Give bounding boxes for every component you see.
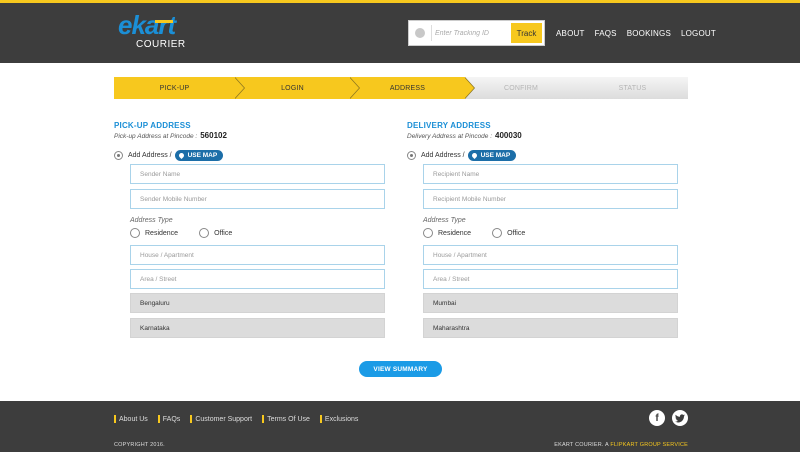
delivery-subtitle: Delivery Address at Pincode :400030	[407, 131, 687, 140]
address-type-label: Address Type	[423, 217, 466, 224]
pickup-house-input[interactable]	[130, 245, 385, 265]
pickup-pincode: 560102	[200, 131, 227, 140]
footer-tagline: EKART COURIER. A FLIPKART GROUP SERVICE	[554, 442, 688, 448]
step-label: STATUS	[618, 84, 647, 92]
map-pin-icon	[470, 151, 478, 160]
delivery-add-address-row: Add Address / USE MAP	[407, 150, 517, 161]
twitter-icon[interactable]	[672, 410, 688, 426]
delivery-use-map-button[interactable]: USE MAP	[467, 150, 517, 161]
delivery-city-field: Mumbai	[423, 293, 678, 313]
office-label: Office	[507, 229, 526, 237]
pickup-office-radio[interactable]	[199, 228, 210, 238]
delivery-house-input[interactable]	[423, 245, 678, 265]
divider	[431, 25, 432, 41]
pickup-city-field: Bengaluru	[130, 293, 385, 313]
progress-steps: PICK-UP LOGIN ADDRESS CONFIRM STATUS	[114, 77, 688, 99]
nav-logout[interactable]: LOGOUT	[681, 29, 716, 38]
view-summary-button[interactable]: VIEW SUMMARY	[359, 361, 442, 377]
step-address[interactable]: ADDRESS	[350, 77, 465, 99]
footer-link-exclusions[interactable]: Exclusions	[320, 415, 358, 423]
step-label: ADDRESS	[389, 84, 426, 92]
site-footer: About Us FAQs Customer Support Terms Of …	[0, 401, 800, 452]
sender-name-input[interactable]	[130, 164, 385, 184]
office-label: Office	[214, 229, 233, 237]
pickup-state-field: Karnataka	[130, 318, 385, 338]
delivery-address-type-options: Residence Office	[423, 228, 546, 238]
use-map-label: USE MAP	[480, 152, 511, 159]
delivery-office-radio[interactable]	[492, 228, 503, 238]
tagline-prefix: EKART COURIER. A	[554, 442, 611, 448]
pickup-add-address-radio[interactable]	[114, 151, 123, 160]
add-address-label: Add Address /	[421, 152, 465, 159]
site-header: ekart COURIER Track ABOUT FAQS BOOKINGS …	[0, 3, 800, 63]
delivery-residence-radio[interactable]	[423, 228, 433, 238]
pickup-use-map-button[interactable]: USE MAP	[174, 150, 224, 161]
add-address-label: Add Address /	[128, 152, 172, 159]
use-map-label: USE MAP	[187, 152, 218, 159]
delivery-address-section: DELIVERY ADDRESS Delivery Address at Pin…	[407, 121, 687, 341]
delivery-add-address-radio[interactable]	[407, 151, 416, 160]
nav-bookings[interactable]: BOOKINGS	[627, 29, 671, 38]
pickup-subtitle: Pick-up Address at Pincode :560102	[114, 131, 394, 140]
pickup-area-input[interactable]	[130, 269, 385, 289]
step-separator	[349, 77, 359, 99]
footer-link-support[interactable]: Customer Support	[190, 415, 252, 423]
pickup-residence-radio[interactable]	[130, 228, 140, 238]
nav-about[interactable]: ABOUT	[556, 29, 585, 38]
copyright-text: COPYRIGHT 2016.	[114, 442, 165, 448]
step-login[interactable]: LOGIN	[235, 77, 350, 99]
delivery-title: DELIVERY ADDRESS	[407, 121, 491, 130]
nav-faqs[interactable]: FAQS	[595, 29, 617, 38]
delivery-area-input[interactable]	[423, 269, 678, 289]
footer-link-faqs[interactable]: FAQs	[158, 415, 181, 423]
address-type-label: Address Type	[130, 217, 173, 224]
step-label: CONFIRM	[503, 84, 539, 92]
footer-link-terms[interactable]: Terms Of Use	[262, 415, 310, 423]
track-button[interactable]: Track	[511, 23, 542, 43]
package-icon	[415, 28, 425, 38]
recipient-mobile-input[interactable]	[423, 189, 678, 209]
pickup-subtitle-text: Pick-up Address at Pincode :	[114, 133, 198, 140]
step-status: STATUS	[577, 77, 688, 99]
delivery-state-field: Maharashtra	[423, 318, 678, 338]
residence-label: Residence	[145, 229, 179, 237]
flipkart-group-link[interactable]: FLIPKART GROUP SERVICE	[610, 442, 688, 448]
delivery-subtitle-text: Delivery Address at Pincode :	[407, 133, 493, 140]
pickup-address-type-options: Residence Office	[130, 228, 253, 238]
step-separator	[234, 77, 244, 99]
footer-links: About Us FAQs Customer Support Terms Of …	[114, 415, 368, 423]
tracking-widget: Track	[408, 20, 545, 46]
step-pickup[interactable]: PICK-UP	[114, 77, 235, 99]
pickup-add-address-row: Add Address / USE MAP	[114, 150, 224, 161]
step-label: LOGIN	[281, 84, 304, 92]
delivery-pincode: 400030	[495, 131, 522, 140]
sender-mobile-input[interactable]	[130, 189, 385, 209]
footer-link-about[interactable]: About Us	[114, 415, 148, 423]
step-separator	[464, 77, 474, 99]
tracking-id-input[interactable]	[435, 24, 510, 42]
pickup-title: PICK-UP ADDRESS	[114, 121, 191, 130]
step-label: PICK-UP	[159, 84, 190, 92]
logo-flag	[155, 20, 173, 23]
facebook-icon[interactable]: f	[649, 410, 665, 426]
map-pin-icon	[177, 151, 185, 160]
twitter-bird-glyph	[675, 413, 685, 422]
logo-subtitle: COURIER	[136, 39, 186, 50]
step-confirm: CONFIRM	[465, 77, 577, 99]
ekart-logo[interactable]: ekart COURIER	[114, 10, 194, 52]
pickup-address-section: PICK-UP ADDRESS Pick-up Address at Pinco…	[114, 121, 394, 341]
recipient-name-input[interactable]	[423, 164, 678, 184]
residence-label: Residence	[438, 229, 472, 237]
main-nav: ABOUT FAQS BOOKINGS LOGOUT	[556, 29, 726, 38]
logo-wordmark: ekart	[118, 10, 176, 40]
